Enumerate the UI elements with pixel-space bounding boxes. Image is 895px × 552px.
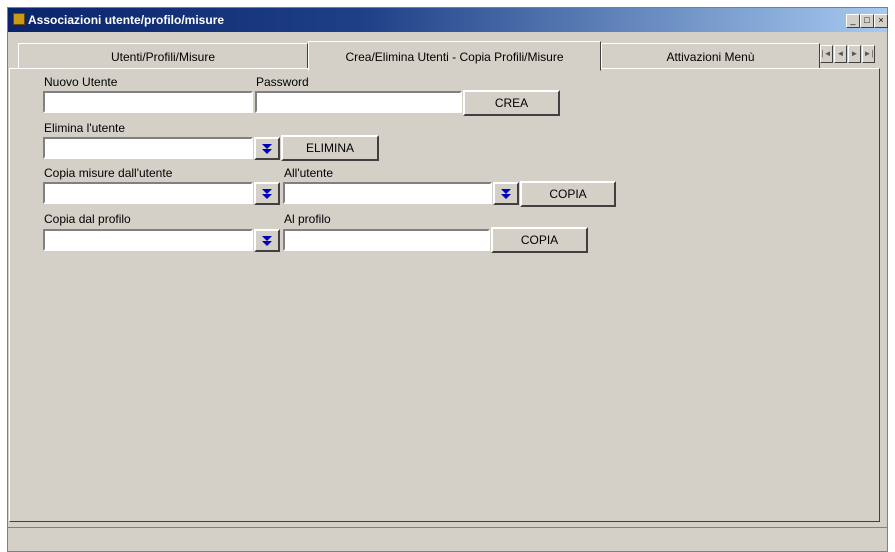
- chevron-down-icon: [501, 189, 511, 199]
- tab-utenti-profili-misure[interactable]: Utenti/Profili/Misure: [18, 43, 308, 69]
- copy-measures-from-input[interactable]: [43, 182, 253, 204]
- copy-measures-from-label: Copia misure dall'utente: [44, 166, 173, 180]
- tab-crea-elimina[interactable]: Crea/Elimina Utenti - Copia Profili/Misu…: [308, 41, 601, 71]
- delete-user-input[interactable]: [43, 137, 253, 159]
- minimize-button[interactable]: _: [846, 14, 860, 28]
- copy-profile-from-dropdown[interactable]: [254, 229, 280, 252]
- password-input[interactable]: [255, 91, 462, 113]
- maximize-button[interactable]: □: [860, 14, 874, 28]
- tab-attivazioni-menu[interactable]: Attivazioni Menù: [601, 43, 820, 69]
- tab-scroll-last-icon[interactable]: ►|: [862, 45, 875, 63]
- copy-profile-from-input[interactable]: [43, 229, 253, 251]
- window-title: Associazioni utente/profilo/misure: [28, 13, 225, 27]
- tab-scroll-buttons: |◄ ◄ ► ►|: [820, 45, 878, 65]
- create-button[interactable]: CREA: [463, 90, 560, 116]
- copy-profile-to-label: Al profilo: [284, 212, 331, 226]
- status-bar: [8, 527, 887, 552]
- password-label: Password: [256, 75, 309, 89]
- copy-measures-to-label: All'utente: [284, 166, 333, 180]
- chevron-down-icon: [262, 236, 272, 246]
- app-icon: [13, 13, 25, 25]
- new-user-label: Nuovo Utente: [44, 75, 118, 89]
- copy-measures-to-input[interactable]: [283, 182, 492, 204]
- copy-measures-from-dropdown[interactable]: [254, 182, 280, 205]
- copy-profile-to-input[interactable]: [283, 229, 490, 251]
- chevron-down-icon: [262, 144, 272, 154]
- copy-measures-button[interactable]: COPIA: [520, 181, 616, 207]
- tab-scroll-next-icon[interactable]: ►: [848, 45, 861, 63]
- delete-user-label: Elimina l'utente: [44, 121, 125, 135]
- tab-scroll-first-icon[interactable]: |◄: [820, 45, 833, 63]
- copy-measures-to-dropdown[interactable]: [493, 182, 519, 205]
- chevron-down-icon: [262, 189, 272, 199]
- copy-profile-from-label: Copia dal profilo: [44, 212, 131, 226]
- delete-button[interactable]: ELIMINA: [281, 135, 379, 161]
- close-button[interactable]: ×: [874, 14, 888, 28]
- delete-user-dropdown[interactable]: [254, 137, 280, 160]
- copy-profile-button[interactable]: COPIA: [491, 227, 588, 253]
- tab-scroll-prev-icon[interactable]: ◄: [834, 45, 847, 63]
- new-user-input[interactable]: [43, 91, 253, 113]
